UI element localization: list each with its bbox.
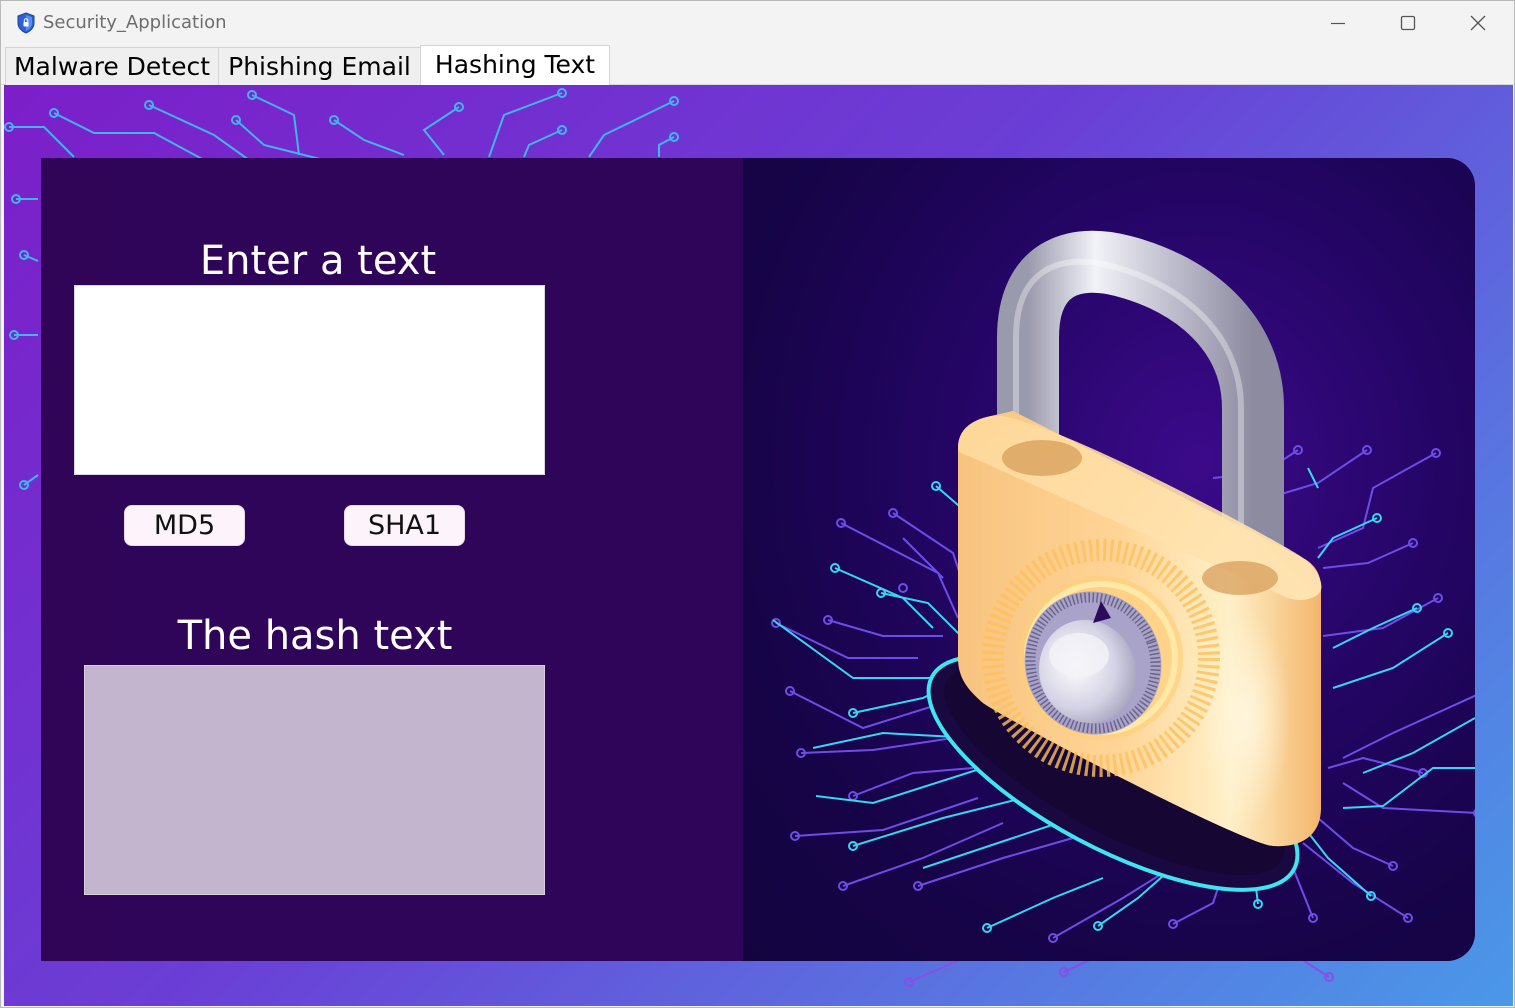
hash-output-box[interactable]	[84, 665, 545, 895]
sha1-button[interactable]: SHA1	[344, 505, 465, 546]
tab-malware-detect[interactable]: Malware Detect	[5, 47, 219, 85]
title-bar: Security_Application	[1, 1, 1514, 45]
md5-button[interactable]: MD5	[124, 505, 245, 546]
shield-icon	[17, 12, 35, 34]
close-button[interactable]	[1443, 1, 1513, 45]
form-panel: Enter a text MD5 SHA1 The hash text	[41, 158, 743, 961]
tab-phishing-email[interactable]: Phishing Email	[218, 47, 421, 85]
maximize-icon	[1400, 15, 1416, 31]
output-label: The hash text	[177, 613, 453, 659]
tab-bar: Malware Detect Phishing Email Hashing Te…	[1, 45, 1514, 85]
minimize-button[interactable]	[1303, 1, 1373, 45]
tab-hashing-text[interactable]: Hashing Text	[420, 45, 610, 85]
close-icon	[1470, 15, 1486, 31]
hashing-tab-panel: Enter a text MD5 SHA1 The hash text	[4, 85, 1513, 1006]
hashing-card: Enter a text MD5 SHA1 The hash text	[41, 158, 1475, 961]
window-title: Security_Application	[43, 12, 227, 33]
illustration-panel	[743, 158, 1475, 961]
maximize-button[interactable]	[1373, 1, 1443, 45]
input-label: Enter a text	[199, 238, 437, 284]
minimize-icon	[1331, 22, 1345, 25]
padlock-icon	[771, 230, 1475, 943]
text-input[interactable]	[74, 285, 545, 475]
app-window: Security_Application Malware Detect Phis…	[0, 0, 1515, 1008]
